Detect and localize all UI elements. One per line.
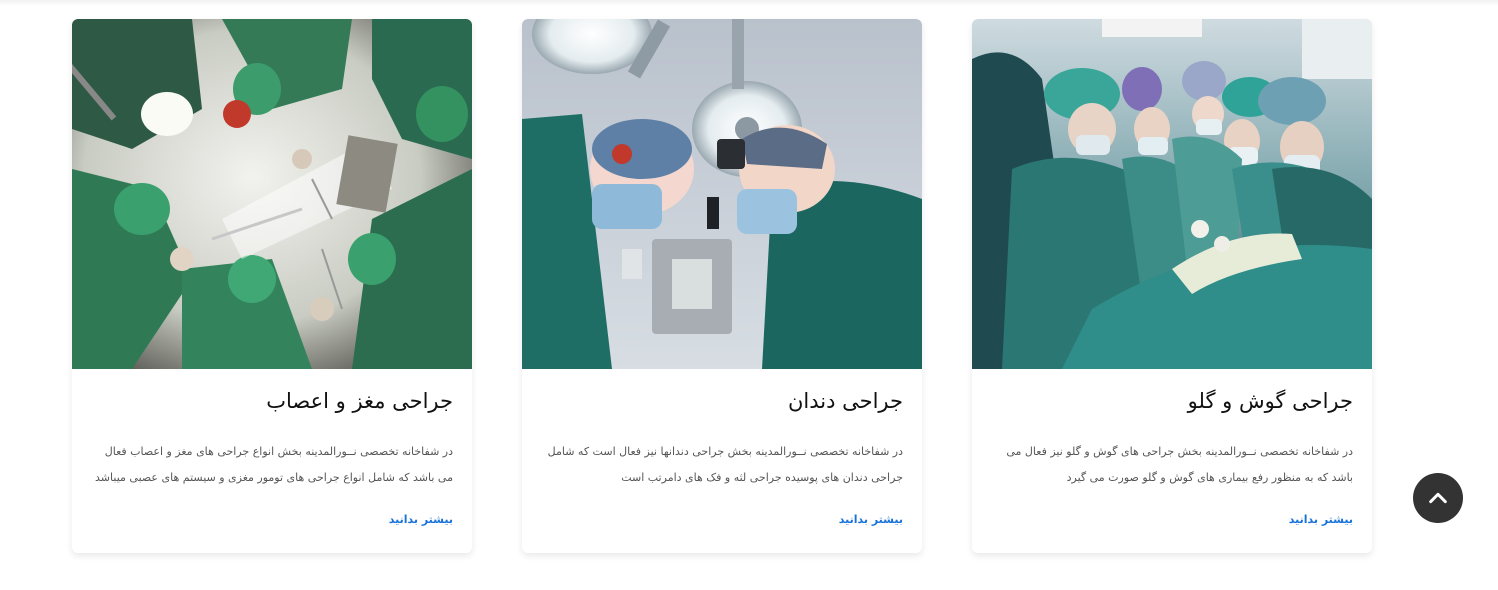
card-title: جراحی دندان xyxy=(787,389,903,413)
scroll-to-top-button[interactable] xyxy=(1413,473,1463,523)
learn-more-link[interactable]: بیشتر بدانید xyxy=(839,513,903,526)
card-description: در شفاخانه تخصصی نــورالمدینه بخش جراحی … xyxy=(547,445,903,484)
ent-surgery-image xyxy=(972,19,1372,369)
service-card-dental: جراحی دندان در شفاخانه تخصصی نــورالمدین… xyxy=(522,19,922,553)
learn-more-link[interactable]: بیشتر بدانید xyxy=(389,513,453,526)
service-card-ent: جراحی گوش و گلو در شفاخانه تخصصی نــورال… xyxy=(972,19,1372,553)
card-title: جراحی مغز و اعصاب xyxy=(266,389,453,413)
service-card-neuro: جراحی مغز و اعصاب در شفاخانه تخصصی نــور… xyxy=(72,19,472,553)
chevron-up-icon xyxy=(1429,492,1447,504)
neuro-surgery-image xyxy=(72,19,472,369)
header-shadow xyxy=(0,0,1498,6)
card-title: جراحی گوش و گلو xyxy=(1187,389,1353,413)
card-description: در شفاخانه تخصصی نــورالمدینه بخش انواع … xyxy=(95,445,453,484)
learn-more-link[interactable]: بیشتر بدانید xyxy=(1289,513,1353,526)
card-description: در شفاخانه تخصصی نــورالمدینه بخش جراحی … xyxy=(1006,445,1353,484)
services-cards: جراحی گوش و گلو در شفاخانه تخصصی نــورال… xyxy=(72,19,1372,555)
dental-surgery-image xyxy=(522,19,922,369)
